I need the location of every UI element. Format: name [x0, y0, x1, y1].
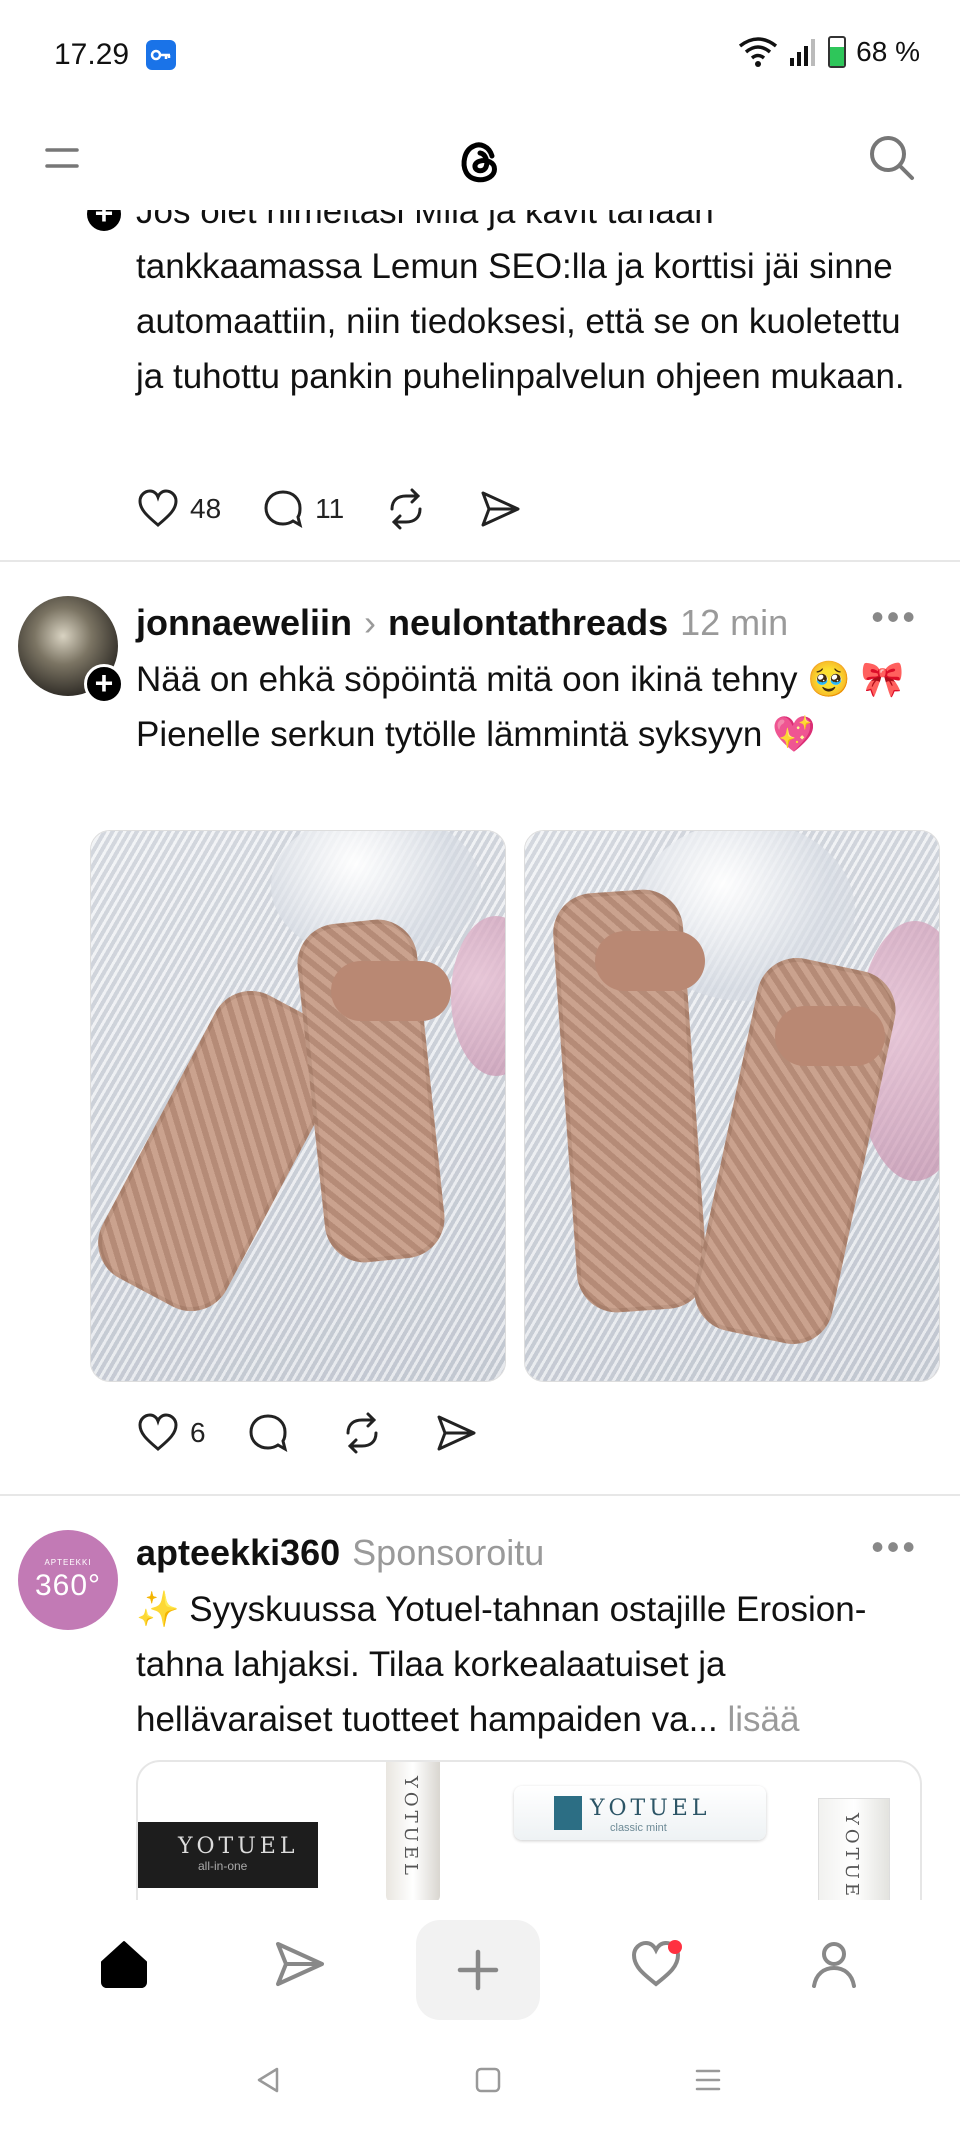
like-count: 48: [190, 493, 222, 524]
heart-icon: [138, 489, 178, 527]
nav-send[interactable]: [260, 1924, 340, 2004]
photo-carousel[interactable]: [0, 830, 960, 1382]
send-icon: [481, 491, 520, 527]
battery-icon: [828, 36, 847, 68]
app-header: [0, 110, 960, 210]
post-time: 12 min: [680, 602, 789, 643]
status-bar: 17.29 68 %: [0, 0, 960, 110]
product-image: YOTUEL classic mint: [514, 1786, 766, 1840]
post-text-line-1: Nää on ehkä söpöintä mitä oon ikinä tehn…: [136, 660, 905, 699]
nav-activity[interactable]: [616, 1924, 696, 2004]
reply-count: 11: [315, 493, 345, 524]
product-brand: YOTUEL: [178, 1834, 299, 1859]
avatar-brand-small: APTEEKKI: [44, 1558, 92, 1567]
like-button[interactable]: 6: [136, 1411, 206, 1455]
compose-icon: [457, 1949, 499, 1991]
community-name[interactable]: neulontathreads: [388, 602, 668, 644]
post-apteekki360-ad[interactable]: APTEEKKI 360° apteekki360 Sponsoroitu ••…: [0, 1520, 960, 1900]
send-icon: [276, 1942, 324, 1986]
photo-socks-1[interactable]: [90, 830, 506, 1382]
post-text: Jos olet nimeltäsi Miia ja kävit tänään …: [136, 192, 905, 396]
battery-percent: 68 %: [856, 36, 920, 67]
repost-icon: [346, 1412, 378, 1454]
divider: [0, 560, 960, 562]
read-more-link[interactable]: lisää: [728, 1700, 800, 1739]
product-brand: YOTUEL: [400, 1776, 421, 1879]
nav-home[interactable]: [84, 1924, 164, 2004]
sponsored-label: Sponsoroitu: [352, 1532, 545, 1573]
photo-socks-2[interactable]: [524, 830, 940, 1382]
post-text-line-2: Pienelle serkun tytölle lämmintä syksyyn…: [136, 715, 816, 754]
product-image: YOTUEL all-in-one: [138, 1822, 318, 1888]
post-text: ✨ Syyskuussa Yotuel-tahnan ostajille Ero…: [136, 1582, 920, 1747]
wifi-icon: [739, 37, 778, 67]
status-time: 17.29: [54, 38, 130, 71]
product-sub: all-in-one: [198, 1859, 248, 1873]
signal-icon: [790, 39, 816, 66]
post-actions: 48 11: [136, 484, 572, 534]
home-icon: [101, 1941, 147, 1988]
follow-plus-icon[interactable]: +: [84, 664, 124, 704]
repost-button[interactable]: [384, 487, 438, 531]
reply-button[interactable]: 11: [261, 487, 344, 531]
search-icon[interactable]: [866, 132, 918, 184]
back-icon[interactable]: [248, 2060, 288, 2100]
menu-icon[interactable]: [44, 140, 80, 176]
product-brand: YOTUEL: [590, 1796, 711, 1821]
more-options-icon[interactable]: •••: [871, 1526, 918, 1568]
status-icons: 68 %: [738, 36, 920, 68]
post-header: apteekki360 Sponsoroitu: [136, 1528, 920, 1578]
post-actions: 6: [136, 1408, 528, 1458]
repost-icon: [390, 488, 422, 530]
chevron-right-icon: ›: [364, 602, 377, 643]
comment-icon: [264, 490, 303, 529]
post-header: jonnaeweliin › neulontathreads 12 min: [136, 598, 920, 648]
reply-button[interactable]: [246, 1411, 300, 1455]
home-square-icon[interactable]: [468, 2060, 508, 2100]
product-image: YOTUEL: [818, 1798, 890, 1900]
username[interactable]: jonnaeweliin: [136, 602, 352, 644]
system-navigation: [0, 2030, 960, 2133]
profile-icon: [812, 1942, 856, 1988]
like-button[interactable]: 48: [136, 487, 221, 531]
comment-icon: [249, 1414, 287, 1453]
share-button[interactable]: [478, 487, 532, 531]
vpn-key-icon: [146, 40, 176, 70]
repost-button[interactable]: [340, 1411, 394, 1455]
post-text: Nää on ehkä söpöintä mitä oon ikinä tehn…: [136, 652, 920, 762]
product-sub: classic mint: [610, 1822, 667, 1834]
divider: [0, 1494, 960, 1496]
nav-compose[interactable]: [416, 1920, 540, 2020]
product-brand: YOTUEL: [841, 1813, 862, 1900]
username[interactable]: apteekki360: [136, 1532, 340, 1574]
ad-product-card[interactable]: YOTUEL all-in-one YOTUEL YOTUEL classic …: [136, 1760, 922, 1900]
bottom-navigation: [0, 1900, 960, 2030]
post-jonnaeweliin[interactable]: + jonnaeweliin › neulontathreads 12 min …: [0, 590, 960, 1490]
post-miia[interactable]: + Jos olet nimeltäsi Miia ja kävit tänää…: [0, 120, 960, 560]
nav-profile[interactable]: [794, 1924, 874, 2004]
heart-icon: [138, 1413, 178, 1451]
product-image: YOTUEL: [386, 1762, 440, 1900]
avatar[interactable]: APTEEKKI 360°: [18, 1530, 118, 1630]
send-icon: [437, 1415, 476, 1451]
share-button[interactable]: [434, 1411, 488, 1455]
notification-dot: [668, 1940, 682, 1954]
threads-logo-icon[interactable]: [452, 134, 508, 190]
recents-icon[interactable]: [688, 2060, 728, 2100]
avatar-brand: 360°: [34, 1569, 102, 1602]
like-count: 6: [190, 1417, 206, 1448]
more-options-icon[interactable]: •••: [871, 596, 918, 638]
